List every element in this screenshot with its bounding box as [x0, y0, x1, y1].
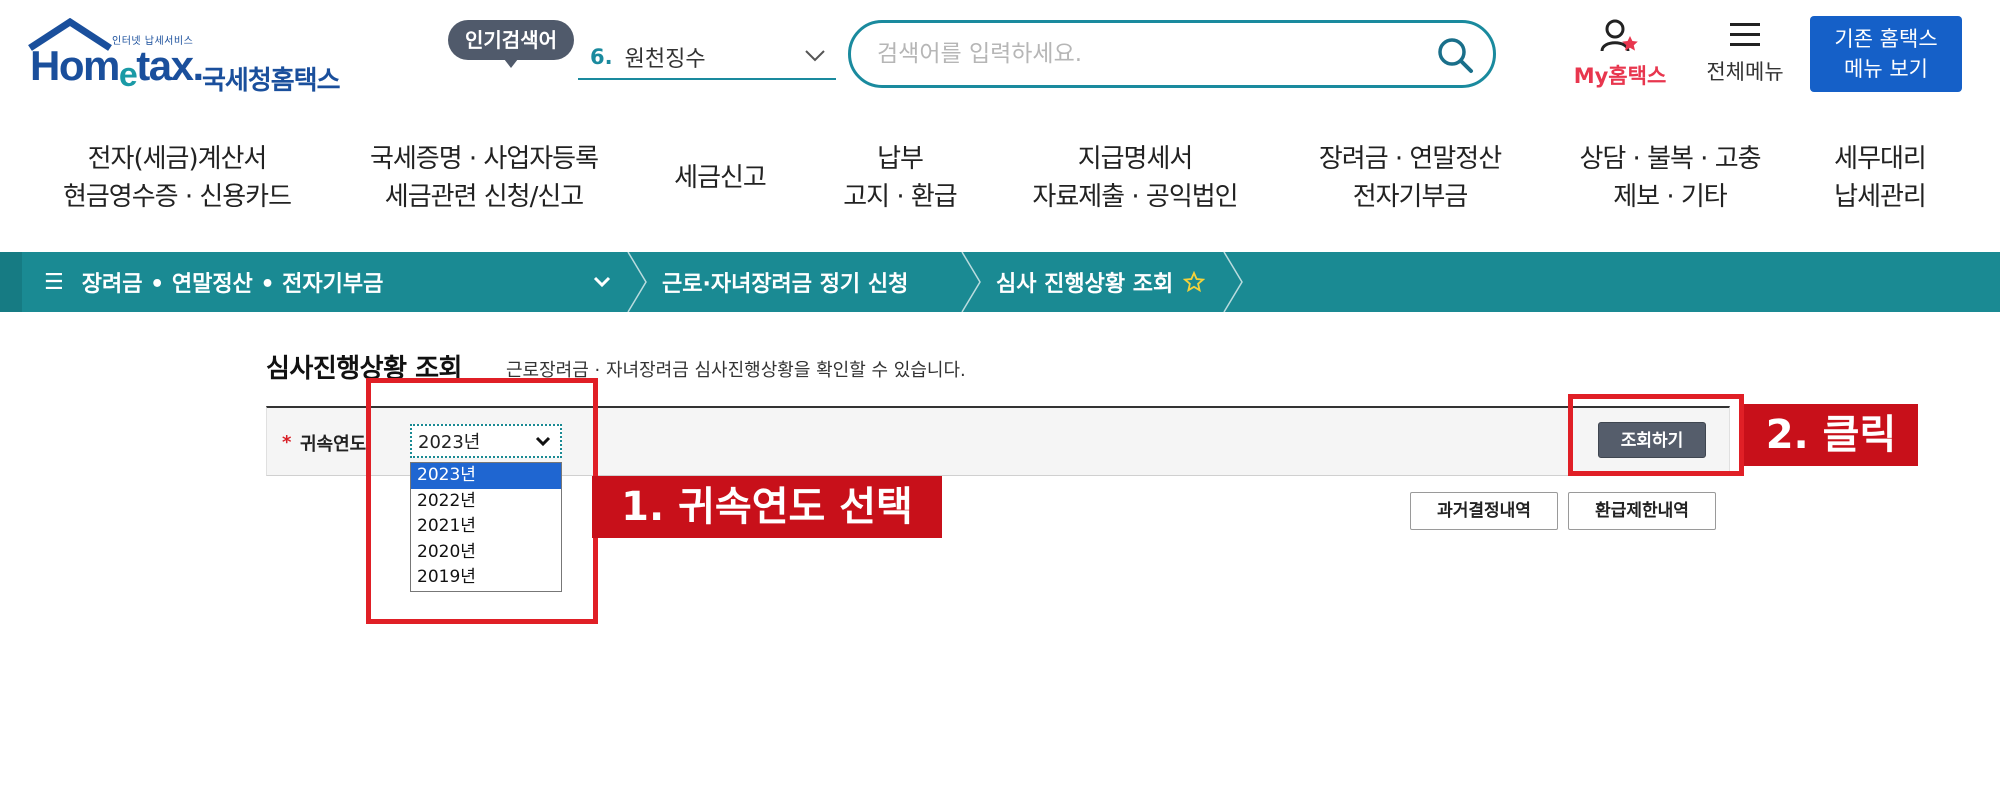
chevron-down-icon [805, 50, 825, 62]
menu-icon: ☰ [44, 269, 64, 295]
popular-search-select[interactable]: 6. 원천징수 [578, 36, 836, 80]
my-hometax-button[interactable]: My홈택스 [1560, 18, 1680, 90]
breadcrumb-home[interactable]: ☰ 장려금 • 연말정산 • 전자기부금 [44, 252, 383, 312]
past-decisions-button[interactable]: 과거결정내역 [1410, 492, 1558, 530]
search-box [848, 20, 1496, 88]
legacy-menu-button[interactable]: 기존 홈택스 메뉴 보기 [1810, 16, 1962, 92]
breadcrumb-home-label: 장려금 • 연말정산 • 전자기부금 [81, 272, 384, 297]
breadcrumb-item-application[interactable]: 근로·자녀장려금 정기 신청 [662, 252, 908, 312]
nav-item-certificates[interactable]: 국세증명 · 사업자등록 세금관련 신청/신고 [352, 140, 616, 216]
nav-item-tax-agent[interactable]: 세무대리 납세관리 [1820, 140, 1940, 216]
all-menu-label: 전체메뉴 [1706, 60, 1784, 84]
logo-wordmark: Hometax. [30, 42, 204, 94]
search-input[interactable] [877, 37, 1397, 71]
user-star-icon [1600, 19, 1638, 52]
logo-korean-name: 국세청홈택스 [202, 66, 341, 96]
breadcrumb-item-current: 심사 진행상황 조회 [996, 252, 1206, 312]
nav-item-payment[interactable]: 납부 고지 · 환급 [820, 140, 980, 216]
tax-year-label: 귀속연도 [300, 434, 367, 455]
nav-item-etax-invoice[interactable]: 전자(세금)계산서 현금영수증 · 신용카드 [52, 140, 302, 216]
chevron-down-icon[interactable] [592, 272, 612, 292]
search-icon[interactable] [1435, 35, 1475, 75]
nav-item-incentives[interactable]: 장려금 · 연말정산 전자기부금 [1300, 140, 1520, 216]
nav-item-consultation[interactable]: 상담 · 불복 · 고충 제보 · 기타 [1560, 140, 1780, 216]
popular-term: 원천징수 [624, 47, 706, 72]
popular-rank: 6. [590, 45, 613, 69]
breadcrumb: ☰ 장려금 • 연말정산 • 전자기부금 근로·자녀장려금 정기 신청 심사 진… [0, 252, 2000, 312]
breadcrumb-current-label: 심사 진행상황 조회 [996, 272, 1174, 297]
nav-item-payment-statements[interactable]: 지급명세서 자료제출 · 공익법인 [1020, 140, 1250, 216]
annotation-label-step2: 2. 클릭 [1744, 404, 1918, 466]
annotation-box-search [1568, 394, 1744, 476]
refund-restriction-button[interactable]: 환급제한내역 [1568, 492, 1716, 530]
breadcrumb-edge [0, 252, 22, 312]
hamburger-icon [1730, 23, 1760, 46]
my-hometax-label: My홈택스 [1573, 64, 1667, 88]
legacy-menu-line1: 기존 홈택스 [1834, 27, 1938, 51]
annotation-box-year [366, 378, 598, 624]
main-navigation: 전자(세금)계산서 현금영수증 · 신용카드 국세증명 · 사업자등록 세금관련 신… [0, 140, 2000, 240]
breadcrumb-separator [627, 252, 647, 312]
annotation-label-step1: 1. 귀속연도 선택 [592, 476, 942, 538]
required-mark: * [282, 432, 292, 453]
hometax-logo[interactable]: 인터넷 납세서비스 Hometax. 국세청홈택스 [26, 16, 366, 96]
popular-search-tag: 인기검색어 [448, 20, 574, 68]
star-outline-icon[interactable] [1183, 271, 1206, 293]
breadcrumb-separator [961, 252, 981, 312]
legacy-menu-line2: 메뉴 보기 [1844, 57, 1928, 81]
all-menu-button[interactable]: 전체메뉴 [1690, 18, 1800, 86]
breadcrumb-separator [1223, 252, 1243, 312]
nav-item-tax-filing[interactable]: 세금신고 [660, 159, 780, 197]
